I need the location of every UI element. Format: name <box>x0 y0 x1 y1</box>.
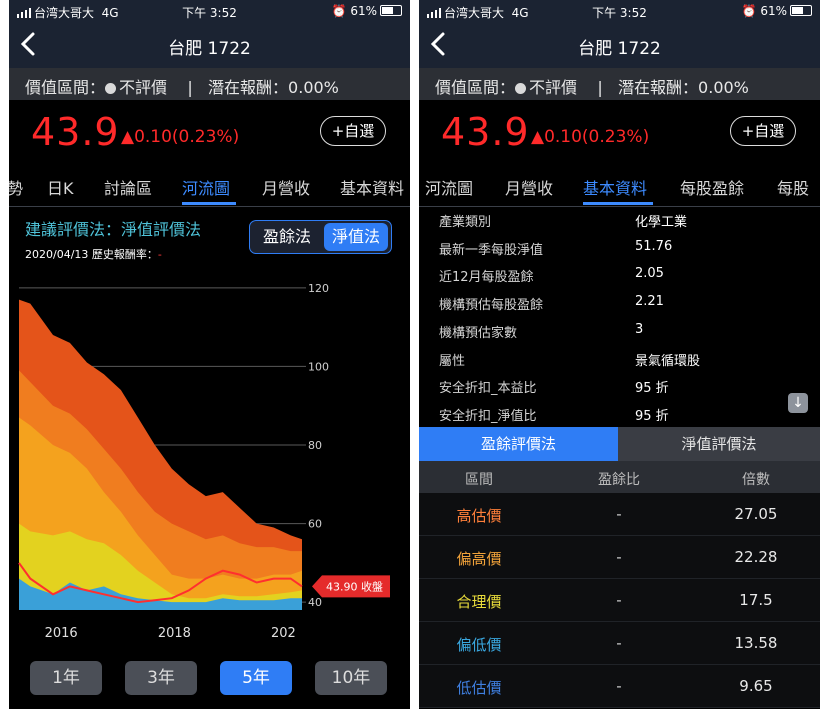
alarm-icon: ⏰ <box>331 4 347 18</box>
y-tick-label: 100 <box>308 360 329 373</box>
tab-per-share[interactable]: 每股 <box>777 175 809 199</box>
river-chart: 120 100 80 60 40 2016 2018 202 43.90 收盤 <box>18 282 390 640</box>
table-row: 偏高價 - 22.28 <box>419 536 820 579</box>
info-row: 最新一季每股淨值 51.76 <box>439 239 673 258</box>
info-row: 安全折扣_本益比 95 折 <box>439 381 669 396</box>
tab-basic-info[interactable]: 基本資料 <box>340 175 404 199</box>
tab-monthly-revenue[interactable]: 月營收 <box>505 175 553 199</box>
history-return: 2020/04/13 歷史報酬率：- <box>25 248 162 261</box>
quote-box: 43.9 ▲0.10(0.23%) +自選 <box>9 100 410 166</box>
status-dot-icon <box>105 83 117 94</box>
valuation-bar: 價值區間： 不評價 | 潛在報酬：0.00% <box>419 68 820 100</box>
left-screen: 台湾大哥大 4G 下午 3:52 ⏰ 61% 台肥 1722 價值區間： 不評價 … <box>9 0 410 709</box>
battery-icon <box>790 5 812 16</box>
tab-discussion[interactable]: 討論區 <box>104 175 152 199</box>
battery: ⏰ 61% <box>742 4 812 18</box>
x-tick-label: 202 <box>271 626 296 640</box>
tab-bar: 河流圖 月營收 基本資料 每股盈餘 每股 <box>419 166 820 207</box>
valuation-method-tabs: 盈餘評價法 淨值評價法 <box>419 427 820 461</box>
page-title: 台肥 1722 <box>168 39 251 59</box>
status-bar: 台湾大哥大 4G 下午 3:52 ⏰ 61% <box>9 0 410 22</box>
tab-river-chart[interactable]: 河流圖 <box>182 175 230 199</box>
tab-monthly-revenue[interactable]: 月營收 <box>262 175 310 199</box>
suggested-method: 建議評價法：淨值評價法 <box>25 220 202 239</box>
alarm-icon: ⏰ <box>741 4 757 18</box>
table-row: 偏低價 - 13.58 <box>419 622 820 665</box>
price-change: ▲0.10(0.23%) <box>531 127 650 147</box>
price: 43.9 <box>31 110 120 154</box>
info-row: 機構預估家數 3 <box>439 322 644 341</box>
tab-earnings-valuation[interactable]: 盈餘評價法 <box>419 427 618 461</box>
book-value-method-button[interactable]: 淨值法 <box>324 223 388 251</box>
nav-bar: 台肥 1722 <box>9 22 410 68</box>
tab-book-valuation[interactable]: 淨值評價法 <box>618 427 820 461</box>
battery: ⏰ 61% <box>332 4 402 18</box>
tab-trend[interactable]: 勢 <box>9 175 23 199</box>
tab-eps[interactable]: 每股盈餘 <box>680 175 744 199</box>
valuation-bar: 價值區間： 不評價 | 潛在報酬：0.00% <box>9 68 410 100</box>
right-screen: 台湾大哥大 4G 下午 3:52 ⏰ 61% 台肥 1722 價值區間： 不評價 … <box>419 0 820 709</box>
add-watchlist-button[interactable]: +自選 <box>320 116 386 146</box>
info-row: 產業類別 化學工業 <box>439 215 688 230</box>
nav-bar: 台肥 1722 <box>419 22 820 68</box>
tab-basic-info[interactable]: 基本資料 <box>583 175 647 199</box>
y-tick-label: 120 <box>308 282 329 295</box>
x-tick-label: 2018 <box>158 626 191 640</box>
tab-daily-k[interactable]: 日K <box>47 175 74 199</box>
table-row: 低估價 - 9.65 <box>419 665 820 708</box>
range-1y-button[interactable]: 1年 <box>30 661 102 695</box>
x-tick-label: 2016 <box>45 626 78 640</box>
arrow-down-icon[interactable]: ↓ <box>788 393 808 413</box>
page-title: 台肥 1722 <box>578 39 661 59</box>
info-row: 屬性 景氣循環股 <box>439 354 701 369</box>
range-5y-button[interactable]: 5年 <box>220 661 292 695</box>
y-tick-label: 40 <box>308 596 322 609</box>
table-row: 高估價 - 27.05 <box>419 493 820 536</box>
status-dot-icon <box>515 83 527 94</box>
close-price-label: 43.90 收盤 <box>326 579 383 593</box>
y-tick-label: 60 <box>308 518 322 531</box>
info-row: 近12月每股盈餘 2.05 <box>439 266 664 285</box>
table-row: 合理價 - 17.5 <box>419 579 820 622</box>
tab-river-chart[interactable]: 河流圖 <box>425 175 473 199</box>
tab-bar: 勢 日K 討論區 河流圖 月營收 基本資料 <box>9 166 410 207</box>
y-tick-label: 80 <box>308 439 322 452</box>
earnings-method-button[interactable]: 盈餘法 <box>254 223 320 251</box>
table-header: 區間 盈餘比 倍數 <box>419 461 820 493</box>
range-3y-button[interactable]: 3年 <box>125 661 197 695</box>
info-row: 安全折扣_淨值比 95 折 <box>439 409 669 424</box>
info-row: 機構預估每股盈餘 2.21 <box>439 294 664 313</box>
price-change: ▲0.10(0.23%) <box>121 127 240 147</box>
tab-underline <box>182 202 236 205</box>
price: 43.9 <box>441 110 530 154</box>
method-toggle: 盈餘法 淨值法 <box>249 220 392 254</box>
battery-icon <box>380 5 402 16</box>
add-watchlist-button[interactable]: +自選 <box>730 116 796 146</box>
quote-box: 43.9 ▲0.10(0.23%) +自選 <box>419 100 820 166</box>
range-10y-button[interactable]: 10年 <box>315 661 387 695</box>
tab-underline <box>583 202 653 205</box>
status-bar: 台湾大哥大 4G 下午 3:52 ⏰ 61% <box>419 0 820 22</box>
